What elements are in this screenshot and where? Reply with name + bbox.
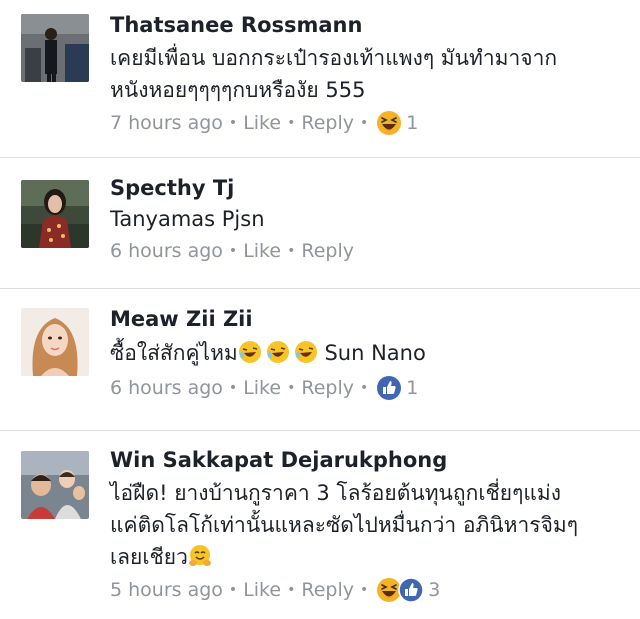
separator-dot: • xyxy=(228,582,238,598)
separator-dot: • xyxy=(287,115,296,131)
avatar[interactable] xyxy=(21,14,89,82)
avatar[interactable] xyxy=(21,308,89,376)
separator-dot: • xyxy=(228,115,238,131)
comment-author[interactable]: Thatsanee Rossmann xyxy=(110,11,628,40)
comment-text-line: เลยเชียว xyxy=(110,545,188,569)
comment-timestamp[interactable]: 6 hours ago xyxy=(110,373,223,403)
rofl-emoji-icon xyxy=(238,341,261,363)
comment-item: Win Sakkapat Dejarukphong ไอ่ฝืด! ยางบ้า… xyxy=(0,431,640,619)
reply-link[interactable]: Reply xyxy=(301,108,354,138)
separator-dot: • xyxy=(359,380,369,396)
comment-item: Thatsanee Rossmann เคยมีเพื่อน บอกกระเป๋… xyxy=(0,0,640,158)
comment-text-line: ซื้อใส่สักคู่ไหม xyxy=(110,341,238,365)
separator-dot: • xyxy=(228,380,238,396)
reply-link[interactable]: Reply xyxy=(301,373,354,403)
rofl-emoji-icon xyxy=(294,341,317,363)
comment-meta: 6 hours ago • Like • Reply xyxy=(110,236,628,266)
comment-item: Specthy Tj Tanyamas Pjsn 6 hours ago • L… xyxy=(0,158,640,289)
haha-reaction-icon xyxy=(377,111,402,135)
separator-dot: • xyxy=(228,243,238,259)
comment-text-line: แค่ติดโลโก้เท่านั้นแหละซัดไปหมื่นกว่า อภ… xyxy=(110,513,578,537)
comment-text-line: ไอ่ฝืด! ยางบ้านกูราคา 3 โลร้อยต้นทุนถูกเ… xyxy=(110,481,561,505)
comment-author[interactable]: Win Sakkapat Dejarukphong xyxy=(110,446,628,475)
reaction-count: 1 xyxy=(406,377,419,399)
separator-dot: • xyxy=(287,582,296,598)
like-link[interactable]: Like xyxy=(243,108,281,138)
mention-link[interactable]: Sun Nano xyxy=(324,341,425,365)
comment-meta: 7 hours ago • Like • Reply • 1 xyxy=(110,108,628,138)
like-link[interactable]: Like xyxy=(243,373,281,403)
comment-item: Meaw Zii Zii ซื้อใส่สักคู่ไหม Sun Nano 6… xyxy=(0,289,640,431)
like-link[interactable]: Like xyxy=(243,575,281,605)
rofl-emoji-icon xyxy=(266,341,289,363)
reply-link[interactable]: Reply xyxy=(301,236,354,266)
comment-text-line: เคยมีเพื่อน บอกกระเป๋ารองเท้าแพงๆ มันทำม… xyxy=(110,46,558,70)
reaction-count: 1 xyxy=(406,112,419,134)
reaction-count: 3 xyxy=(428,579,441,601)
mention-link[interactable]: Tanyamas Pjsn xyxy=(110,203,628,235)
comment-author[interactable]: Specthy Tj xyxy=(110,174,628,203)
separator-dot: • xyxy=(359,582,369,598)
comment-text: ไอ่ฝืด! ยางบ้านกูราคา 3 โลร้อยต้นทุนถูกเ… xyxy=(110,477,628,573)
comment-text: Tanyamas Pjsn xyxy=(110,203,628,235)
separator-dot: • xyxy=(359,115,369,131)
comment-timestamp[interactable]: 7 hours ago xyxy=(110,108,223,138)
reply-link[interactable]: Reply xyxy=(301,575,354,605)
comment-timestamp[interactable]: 6 hours ago xyxy=(110,236,223,266)
comment-text: ซื้อใส่สักคู่ไหม Sun Nano xyxy=(110,337,628,369)
like-reaction-icon xyxy=(377,376,402,400)
comment-author[interactable]: Meaw Zii Zii xyxy=(110,305,628,334)
reaction-summary[interactable]: 1 xyxy=(376,373,418,403)
comment-meta: 6 hours ago • Like • Reply • 1 xyxy=(110,373,628,403)
hugging-emoji-icon xyxy=(188,545,211,566)
comment-text: เคยมีเพื่อน บอกกระเป๋ารองเท้าแพงๆ มันทำม… xyxy=(110,42,628,106)
like-link[interactable]: Like xyxy=(243,236,281,266)
comment-text-line: หนังหอยๆๆๆๆกบหรืองัย 555 xyxy=(110,78,366,102)
comment-meta: 5 hours ago • Like • Reply • 3 xyxy=(110,575,628,605)
separator-dot: • xyxy=(287,243,296,259)
separator-dot: • xyxy=(287,380,296,396)
reaction-summary[interactable]: 3 xyxy=(376,575,440,605)
avatar[interactable] xyxy=(21,451,89,519)
reaction-summary[interactable]: 1 xyxy=(376,108,418,138)
comment-timestamp[interactable]: 5 hours ago xyxy=(110,575,223,605)
like-reaction-icon xyxy=(398,577,424,603)
avatar[interactable] xyxy=(21,180,89,248)
